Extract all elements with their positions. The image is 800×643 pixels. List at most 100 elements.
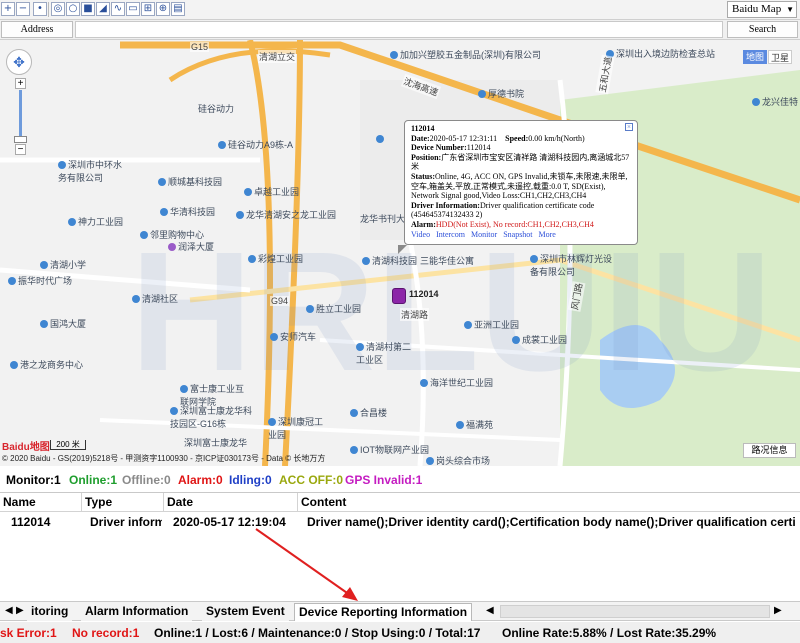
poi[interactable]: 合昌楼 xyxy=(350,406,387,419)
map-canvas[interactable]: HRLUIU 加加兴塑胶五金制品(深圳)有限公司 厚德书院 深圳出入境边防检查总… xyxy=(0,40,800,466)
tab-monitoring[interactable]: itoring xyxy=(27,603,73,621)
satellite-icon[interactable]: ◎ xyxy=(51,2,65,16)
poi[interactable]: 胜立工业园 xyxy=(306,302,361,315)
poi[interactable]: 福满苑 xyxy=(456,418,493,431)
scroll-right-icon[interactable]: ▶ xyxy=(774,605,782,616)
scroll-left-icon[interactable]: ◀ xyxy=(486,605,494,616)
column-header-type[interactable]: Type xyxy=(82,493,164,512)
layers-icon[interactable]: ▤ xyxy=(171,2,185,16)
map-scale: 200 米 xyxy=(50,440,86,450)
column-header-date[interactable]: Date xyxy=(164,493,298,512)
address-label: Address xyxy=(1,21,73,38)
polyline-icon[interactable]: ∿ xyxy=(111,2,125,16)
acc-off-count[interactable]: ACC OFF:0 xyxy=(279,473,343,487)
poi[interactable]: 清湖社区 xyxy=(132,292,178,305)
tab-map[interactable]: 地图 xyxy=(743,50,767,64)
poi[interactable]: 厚德书院 xyxy=(478,87,524,100)
poi[interactable]: 振华时代广场 xyxy=(8,274,72,287)
poi[interactable]: 神力工业园 xyxy=(68,215,123,228)
poi[interactable]: 清湖小学 xyxy=(40,258,86,271)
speed-label: Speed: xyxy=(505,133,529,143)
poi[interactable]: 港之龙商务中心 xyxy=(10,358,83,371)
polygon-icon[interactable]: ◢ xyxy=(96,2,110,16)
poi[interactable]: 龙华清湖安之龙工业园 xyxy=(236,208,336,221)
alarm-count[interactable]: Alarm:0 xyxy=(178,473,223,487)
poi[interactable]: 龙兴佳特 xyxy=(752,95,798,108)
map-toolbar: + − • ◎ ○ ■ ◢ ∿ ▭ ⊞ ⊕ ▤ Baidu Map ▼ xyxy=(0,0,800,20)
poi[interactable]: 深圳富士康龙华科技园区-G16栋 xyxy=(170,404,260,430)
poi[interactable]: 安师汽车 xyxy=(270,330,316,343)
idling-count[interactable]: Idling:0 xyxy=(229,473,272,487)
poi[interactable]: 清湖村第二工业区 xyxy=(356,340,416,366)
offline-count[interactable]: Offline:0 xyxy=(122,473,171,487)
poi[interactable]: 深圳富士康龙华 xyxy=(184,436,247,449)
cell-type: Driver inform xyxy=(90,515,162,529)
video-link[interactable]: Video xyxy=(411,230,430,239)
horizontal-scrollbar[interactable] xyxy=(500,605,770,618)
chevron-down-icon: ▼ xyxy=(786,5,794,14)
column-header-content[interactable]: Content xyxy=(298,493,800,512)
poi[interactable]: 深圳出入境边防检查总站 xyxy=(606,47,716,60)
snapshot-link[interactable]: Snapshot xyxy=(503,230,532,239)
poi[interactable]: IOT物联网产业园 xyxy=(350,443,429,456)
tab-satellite[interactable]: 卫星 xyxy=(768,50,792,64)
minus-icon[interactable]: − xyxy=(16,2,30,16)
poi[interactable]: 华清科技园 xyxy=(160,205,215,218)
poi[interactable]: 加加兴塑胶五金制品(深圳)有限公司 xyxy=(390,48,541,61)
highway-road xyxy=(168,48,331,83)
poi[interactable]: 国鸿大厦 xyxy=(40,317,86,330)
ruler-icon[interactable]: ▭ xyxy=(126,2,140,16)
vehicle-marker-icon[interactable] xyxy=(392,288,406,304)
area-icon[interactable]: ⊞ xyxy=(141,2,155,16)
tab-scroll-left-icon[interactable]: ◀ xyxy=(5,605,13,616)
poi[interactable]: 清湖科技园 xyxy=(362,254,417,267)
poi[interactable]: 成裳工业园 xyxy=(512,333,567,346)
intercom-link[interactable]: Intercom xyxy=(436,230,465,239)
tab-device-reporting-information[interactable]: Device Reporting Information xyxy=(294,603,473,621)
poi[interactable]: 深圳康冠工业园 xyxy=(268,415,330,441)
poi[interactable]: 彩煌工业园 xyxy=(248,252,303,265)
disk-error-count[interactable]: sk Error:1 xyxy=(0,626,57,640)
traffic-info-button[interactable]: 路况信息 xyxy=(743,443,796,458)
zoom-in-button[interactable]: + xyxy=(15,78,26,89)
poi[interactable]: 卓越工业园 xyxy=(244,185,299,198)
pan-control[interactable]: ✥ xyxy=(6,49,32,75)
poi[interactable]: 三能华佳公寓 xyxy=(420,254,474,267)
online-count[interactable]: Online:1 xyxy=(69,473,117,487)
poi[interactable]: 硅谷动力 xyxy=(198,102,234,115)
poi[interactable]: 深圳市林辉灯光设备有限公司 xyxy=(530,252,620,278)
poi[interactable]: 顺城基科技园 xyxy=(158,175,222,188)
map-type-select[interactable]: Baidu Map ▼ xyxy=(727,1,797,18)
crosshair-icon[interactable]: ⊕ xyxy=(156,2,170,16)
column-header-name[interactable]: Name xyxy=(0,493,82,512)
zoom-out-button[interactable]: − xyxy=(15,144,26,155)
address-input[interactable] xyxy=(75,21,723,38)
poi[interactable] xyxy=(376,134,386,144)
dot-icon[interactable]: • xyxy=(33,2,47,16)
poi[interactable]: 润泽大厦 xyxy=(168,240,214,253)
gps-invalid-count[interactable]: GPS Invalid:1 xyxy=(345,473,422,487)
close-icon[interactable]: × xyxy=(625,123,633,131)
more-link[interactable]: More xyxy=(539,230,556,239)
tab-scroll-right-icon[interactable]: ▶ xyxy=(16,605,24,616)
table-row[interactable]: 112014 Driver inform 2020-05-17 12:19:04… xyxy=(0,512,800,533)
poi[interactable]: 岗头综合市场 xyxy=(426,454,490,466)
no-record-count[interactable]: No record:1 xyxy=(72,626,139,640)
zoom-slider-handle[interactable] xyxy=(14,136,27,143)
tab-system-event[interactable]: System Event xyxy=(202,603,289,621)
date-label: Date: xyxy=(411,133,430,143)
plus-icon[interactable]: + xyxy=(1,2,15,16)
poi[interactable]: 硅谷动力A9栋-A xyxy=(218,138,293,151)
search-button[interactable]: Search xyxy=(727,21,798,38)
zoom-slider-track[interactable] xyxy=(19,90,22,142)
poi[interactable]: 海洋世纪工业园 xyxy=(420,376,493,389)
circle-icon[interactable]: ○ xyxy=(66,2,80,16)
vehicle-marker-label: 112014 xyxy=(409,289,439,299)
vehicle-status-summary: Monitor:1 Online:1 Offline:0 Alarm:0 Idl… xyxy=(0,470,800,488)
tab-alarm-information[interactable]: Alarm Information xyxy=(81,603,193,621)
monitor-count[interactable]: Monitor:1 xyxy=(6,473,61,487)
poi[interactable]: 亚洲工业园 xyxy=(464,318,519,331)
monitor-link[interactable]: Monitor xyxy=(471,230,497,239)
poi[interactable]: 深圳市中环水务有限公司 xyxy=(58,158,128,184)
square-icon[interactable]: ■ xyxy=(81,2,95,16)
